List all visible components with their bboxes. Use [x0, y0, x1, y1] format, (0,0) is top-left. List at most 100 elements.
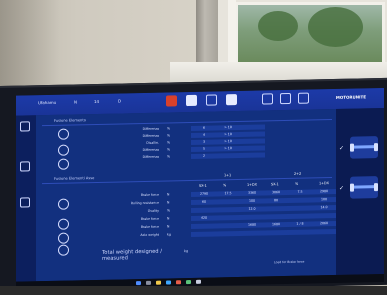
column-header: %: [223, 183, 227, 188]
column-header: SX-1: [271, 182, 279, 187]
table-cell: [239, 138, 265, 144]
app-icon[interactable]: [196, 279, 201, 284]
table-cell: 17.5: [215, 190, 241, 197]
rear-axle-icon: [350, 176, 378, 199]
start-icon[interactable]: [136, 281, 141, 286]
table-cell: 1680: [263, 221, 289, 228]
table-cell: 1680: [239, 222, 265, 228]
toolbar-item[interactable]: Ufahamu: [38, 100, 56, 105]
column-header: 1+DX: [247, 182, 257, 187]
table-cell: [215, 230, 241, 237]
table-cell: 60: [191, 199, 217, 205]
table-cell: > 10: [215, 138, 241, 145]
tree-foliage: [308, 7, 363, 47]
table-cell: [263, 229, 289, 236]
toolbar-item[interactable]: 14: [94, 99, 99, 104]
wheel: [374, 143, 378, 152]
row-unit: %: [167, 154, 171, 159]
folder-icon[interactable]: [20, 121, 30, 132]
section-title: Fusione Elemento: [54, 118, 86, 123]
wheel: [374, 183, 378, 192]
axle-indicator-panel: ✓ ✓: [336, 107, 384, 275]
measure-icon[interactable]: [20, 197, 30, 208]
gauge-icon: [58, 128, 69, 140]
help-icon[interactable]: [298, 92, 309, 104]
row-unit: kg: [167, 232, 171, 237]
row-label: Differenza: [142, 126, 159, 132]
table-cell: [239, 124, 265, 130]
row-unit: %: [167, 140, 171, 145]
measure-icon[interactable]: [20, 161, 30, 172]
gauge-icon: [58, 232, 69, 244]
gauge-icon: [58, 218, 69, 230]
row-unit: N: [167, 216, 170, 221]
table-cell: [311, 228, 337, 235]
monitor-bezel-bottom: [0, 286, 387, 295]
table-cell: 420: [191, 215, 217, 221]
total-weight-unit: kg: [184, 249, 189, 254]
table-cell: 2: [191, 153, 217, 159]
row-label: Differenza: [142, 147, 159, 153]
total-weight-label-cont: measured: [102, 255, 128, 262]
brake-icon[interactable]: [186, 94, 197, 107]
table-cell: 12.0: [239, 206, 265, 212]
column-header: %: [295, 181, 299, 186]
check-icon: ✓: [339, 184, 345, 192]
printer-icon[interactable]: [226, 94, 237, 106]
monitor: Ufahamu N 14 D MOTORUNITE Fusione Elemen…: [0, 77, 387, 293]
table-cell: 3060: [263, 189, 289, 196]
row-unit: N: [167, 200, 170, 205]
table-cell: 2060: [311, 220, 337, 227]
row-label: Brake force: [140, 224, 159, 230]
table-cell: [215, 206, 241, 213]
table-cell: 3: [191, 139, 217, 145]
folder-icon[interactable]: [156, 280, 161, 285]
table-cell: 14.0: [311, 204, 337, 211]
app-icon[interactable]: [176, 280, 181, 285]
group-header: 2+2: [294, 171, 302, 176]
toolbar-item[interactable]: D: [118, 98, 121, 103]
row-label: Differenza: [142, 154, 159, 160]
search-icon[interactable]: [146, 280, 151, 285]
chart-icon[interactable]: [262, 93, 273, 105]
table-cell: [215, 222, 241, 229]
scale-icon: [58, 244, 69, 256]
table-cell: 6: [191, 125, 217, 131]
table-cell: > 10: [215, 145, 241, 152]
table-cell: [239, 152, 265, 158]
front-axle-icon: [350, 136, 378, 159]
row-label: Differenza: [142, 133, 159, 139]
results-panel: Fusione Elemento Differenza% 6 > 10 Differe…: [36, 108, 337, 282]
table-cell: [191, 231, 217, 237]
wheel: [350, 183, 354, 192]
table-cell: 1 / 8: [287, 221, 313, 227]
wheel-icon[interactable]: [206, 94, 217, 106]
table-cell: [239, 214, 265, 220]
table-cell: 5: [191, 146, 217, 152]
gauge-icon: [58, 158, 69, 170]
row-label: Brake force: [140, 216, 159, 222]
axle-bar: [353, 145, 375, 149]
axle-bar: [353, 185, 375, 189]
row-label: Rolling resistance: [130, 200, 159, 206]
row-unit: N: [167, 224, 170, 229]
table-cell: 2790: [191, 191, 217, 197]
column-header: SX-1: [199, 183, 207, 188]
stop-icon[interactable]: [166, 95, 177, 107]
table-cell: [215, 152, 241, 159]
table-cell: [263, 205, 289, 212]
row-unit: %: [167, 126, 171, 131]
app-icon[interactable]: [186, 279, 191, 285]
check-icon: ✓: [339, 144, 345, 152]
table-cell: 100: [239, 198, 265, 204]
section-title: Fusione Elementi Asse: [54, 176, 95, 181]
browser-icon[interactable]: [166, 280, 171, 285]
row-unit: %: [167, 133, 171, 138]
window-glass: [235, 2, 385, 66]
table-cell: 2980: [311, 188, 337, 195]
settings-icon[interactable]: [280, 92, 291, 105]
row-label: Disallin.: [146, 140, 159, 145]
toolbar-item[interactable]: N: [74, 99, 77, 104]
table-cell: [239, 145, 265, 151]
table-cell: > 10: [215, 131, 241, 138]
